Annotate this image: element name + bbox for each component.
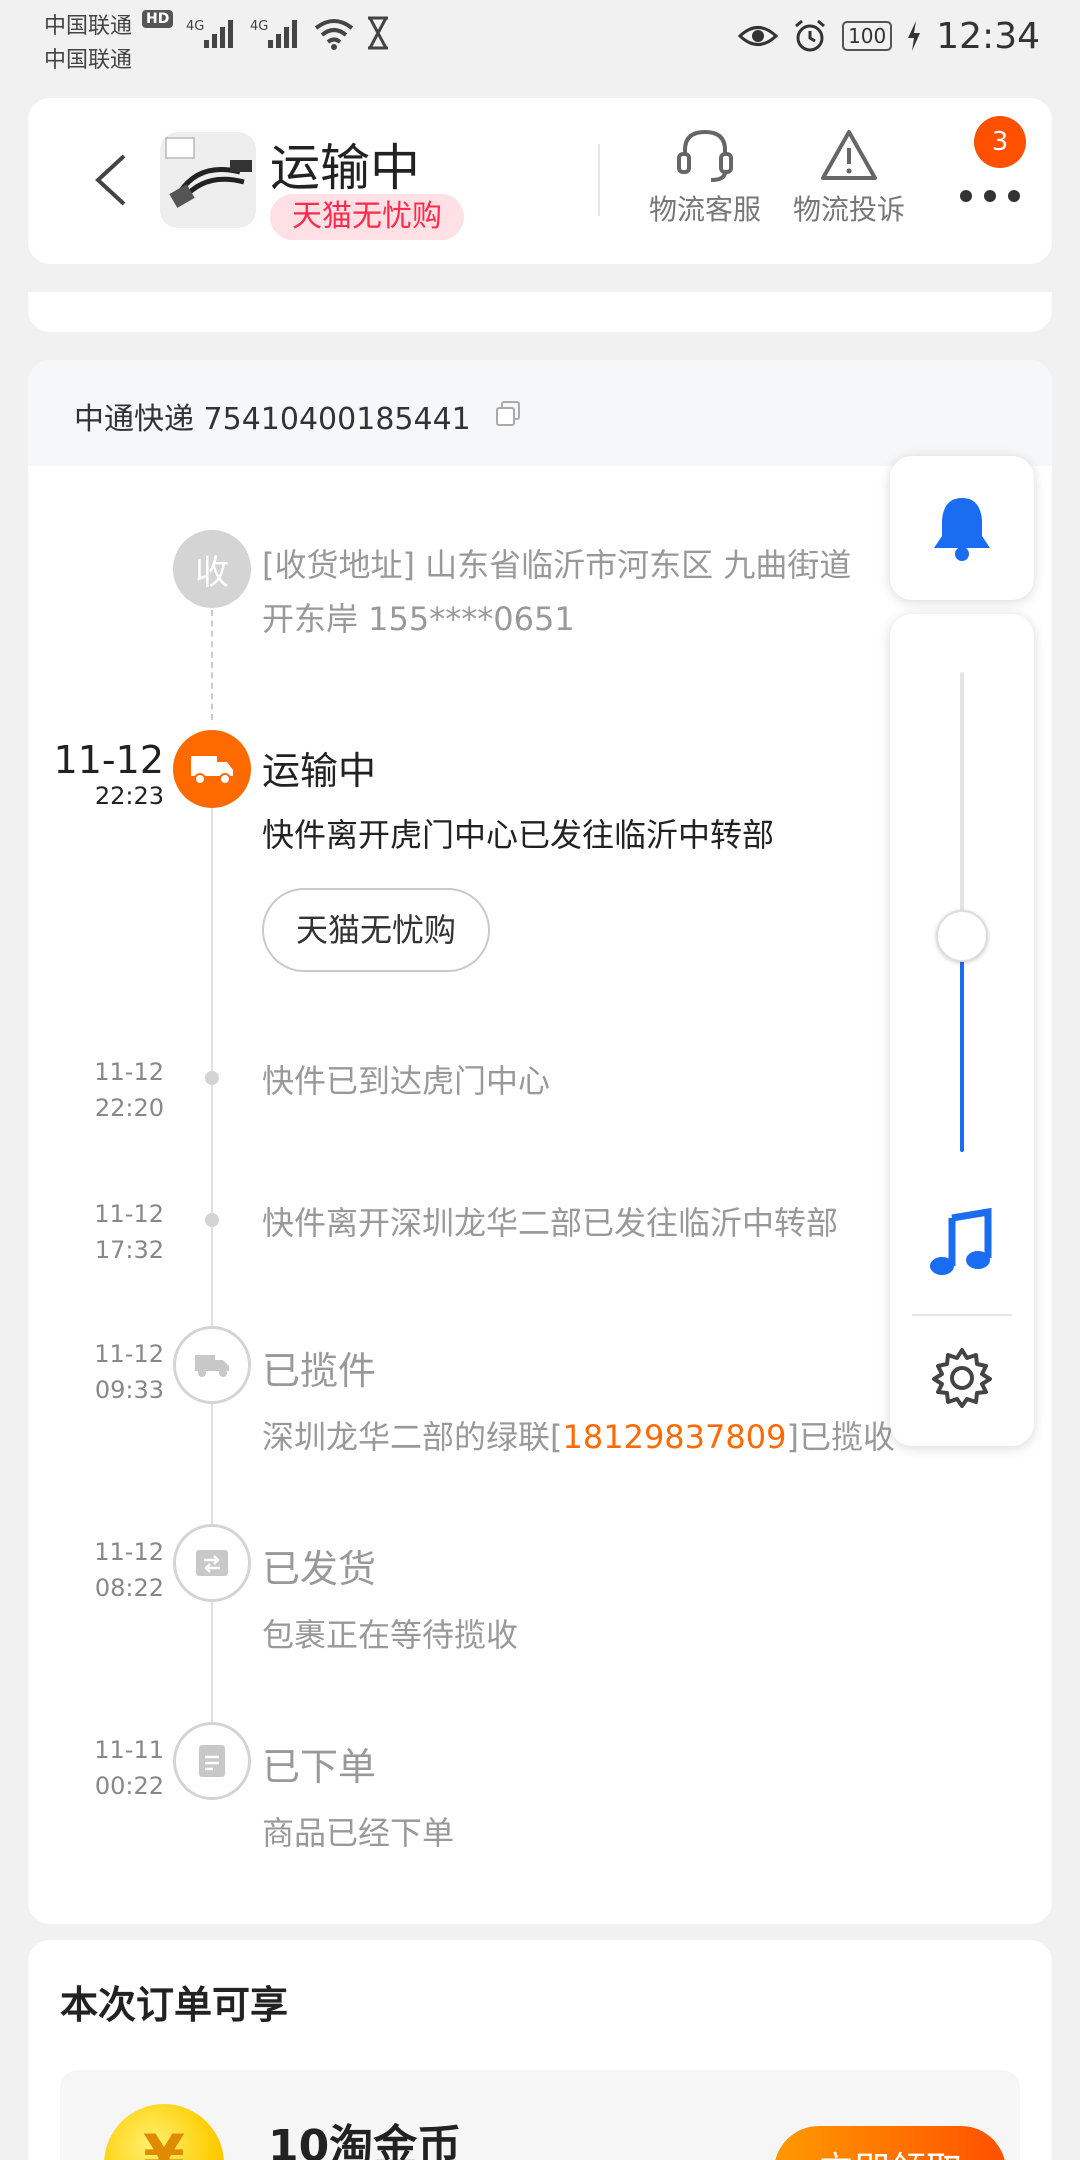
event-time: 09:33: [94, 1376, 164, 1404]
coin-glyph: ¥: [143, 2122, 185, 2160]
event-time: 22:20: [94, 1094, 164, 1122]
signal-icon: 4G: [250, 19, 297, 48]
logistics-service-button[interactable]: 物流客服: [640, 126, 770, 236]
address-line-1: [收货地址] 山东省临沂市河东区 九曲街道: [262, 546, 852, 584]
network-type: 4G: [250, 19, 268, 34]
address-node: 收: [173, 530, 251, 608]
document-icon: [199, 1745, 225, 1777]
gear-icon[interactable]: [930, 1346, 994, 1410]
logistics-service-label: 物流客服: [648, 193, 761, 226]
notification-badge: 3: [974, 116, 1026, 168]
event-datetime: 11-12 09:33: [94, 1336, 164, 1408]
coin-offer: ¥ 10淘金币 立即领取: [60, 2070, 1020, 2160]
carrier-primary: 中国联通: [44, 14, 133, 39]
battery-indicator: 100: [842, 21, 893, 51]
event-datetime: 11-12 22:20: [94, 1054, 164, 1126]
clock: 12:34: [936, 15, 1040, 57]
charging-icon: [908, 21, 921, 51]
event-desc: 包裹正在等待揽收: [262, 1616, 519, 1654]
timeline-dot: [205, 1071, 219, 1085]
volume-panel: [890, 614, 1034, 1446]
event-time: 00:22: [94, 1772, 164, 1800]
logistics-complaint-label: 物流投诉: [792, 193, 905, 226]
panel-divider: [912, 1314, 1012, 1316]
claim-now-button[interactable]: 立即领取: [774, 2126, 1006, 2160]
warning-icon: [821, 130, 877, 180]
music-note-icon[interactable]: [926, 1208, 998, 1280]
truck-icon: [195, 1355, 229, 1377]
event-time: 17:32: [94, 1236, 164, 1264]
status-right: 100 12:34: [738, 14, 1040, 58]
wifi-icon: [314, 19, 354, 50]
event-title: 运输中: [262, 749, 377, 793]
tmall-worry-free-button[interactable]: 天猫无忧购: [262, 888, 491, 972]
timeline-dot: [205, 1213, 219, 1227]
product-thumbnail[interactable]: [160, 132, 256, 228]
timeline-line: [211, 800, 213, 1800]
event-desc: 快件已到达虎门中心: [262, 1062, 551, 1100]
header-card: 运输中 天猫无忧购 物流客服 物流投诉 3: [28, 98, 1052, 264]
event-date: 11-11: [94, 1736, 164, 1764]
truck-icon: [191, 756, 233, 785]
event-time: 08:22: [94, 1574, 164, 1602]
event-title: 已下单: [262, 1745, 377, 1789]
volume-slider-thumb[interactable]: [936, 910, 988, 962]
event-date: 11-12: [94, 1538, 164, 1566]
event-desc: 深圳龙华二部的绿联[18129837809]已揽收: [262, 1412, 895, 1458]
logistics-complaint-button[interactable]: 物流投诉: [784, 126, 914, 236]
receive-glyph: 收: [195, 552, 229, 593]
event-date: 11-12: [94, 1058, 164, 1086]
volume-slider-fill: [960, 936, 964, 1152]
truck-node: [173, 730, 251, 808]
event-date: 11-12: [94, 1340, 164, 1368]
event-datetime: 11-12 17:32: [94, 1196, 164, 1268]
copy-icon[interactable]: [494, 400, 522, 428]
eye-icon: [738, 26, 779, 46]
shipment-icon: [196, 1550, 228, 1576]
event-desc-post: ]已揽收: [786, 1418, 895, 1456]
collapsed-card: [28, 292, 1052, 332]
event-title: 已发货: [262, 1547, 377, 1591]
event-desc: 商品已经下单: [262, 1814, 455, 1852]
event-desc-pre: 深圳龙华二部的绿联[: [262, 1418, 563, 1456]
bell-icon: [934, 498, 990, 561]
headset-icon: [677, 129, 733, 182]
event-desc: 快件离开深圳龙华二部已发往临沂中转部: [262, 1204, 839, 1242]
timeline-dashed-line: [211, 610, 213, 720]
event-datetime: 11-11 00:22: [94, 1732, 164, 1804]
event-desc: 快件离开虎门中心已发往临沂中转部: [262, 816, 775, 854]
pickup-node: [173, 1326, 251, 1404]
carrier-secondary: 中国联通: [44, 48, 133, 73]
status-bar: 中国联通 中国联通 HD 4G 4G 100 12:34: [0, 0, 1080, 80]
shipped-node: [173, 1524, 251, 1602]
tracking-number: 中通快递 75410400185441: [74, 402, 471, 437]
gold-coin-icon: ¥: [104, 2104, 224, 2160]
header-divider: [598, 144, 600, 216]
benefits-title: 本次订单可享: [60, 1983, 289, 2027]
event-time: 22:23: [94, 782, 164, 810]
carrier-row: 中通快递 75410400185441: [28, 360, 1052, 466]
event-date: 11-12: [94, 1200, 164, 1228]
usb-cable-image: [165, 137, 252, 208]
alarm-icon: [795, 19, 826, 52]
event-date: 11-12: [53, 738, 164, 782]
back-icon[interactable]: [84, 150, 144, 210]
event-datetime: 11-12 08:22: [94, 1534, 164, 1606]
benefits-card: 本次订单可享 ¥ 10淘金币 立即领取: [28, 1940, 1052, 2160]
ordered-node: [173, 1722, 251, 1800]
order-status-title: 运输中: [270, 139, 420, 197]
event-title: 已揽件: [262, 1349, 377, 1393]
hd-badge: HD: [142, 10, 174, 28]
notification-toggle-button[interactable]: [890, 456, 1034, 600]
coin-amount: 10淘金币: [268, 2121, 462, 2160]
hourglass-icon: [368, 16, 388, 50]
courier-phone-link[interactable]: 18129837809: [563, 1418, 787, 1456]
event-datetime: 11-12 22:23: [53, 738, 164, 814]
network-type: 4G: [186, 19, 204, 34]
signal-icon: 4G: [186, 19, 233, 48]
address-line-2: 开东岸 155****0651: [262, 600, 575, 638]
tmall-badge: 天猫无忧购: [270, 194, 464, 240]
